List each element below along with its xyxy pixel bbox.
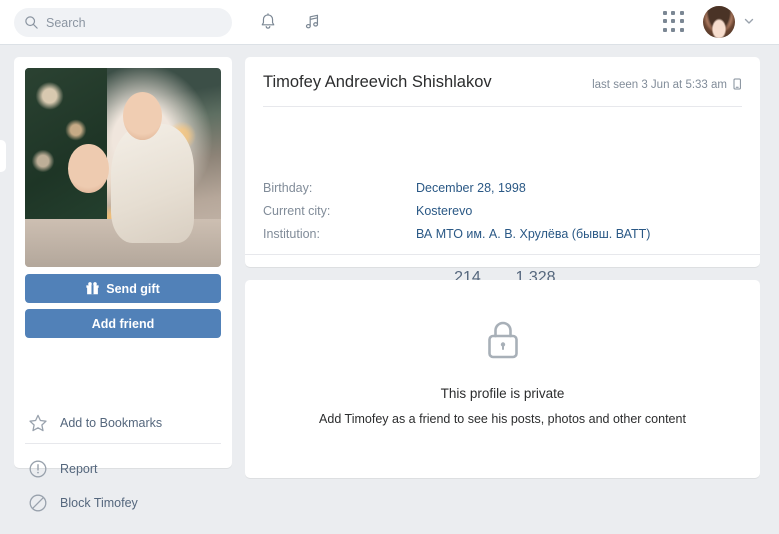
music-button[interactable] [298,8,326,36]
report-label: Report [60,462,98,476]
current-city-value[interactable]: Kosterevo [416,204,472,218]
send-gift-button[interactable]: Send gift [25,274,221,303]
block-label: Block Timofey [60,496,138,510]
send-gift-label: Send gift [106,281,160,296]
bookmarks-label: Add to Bookmarks [60,416,163,430]
music-note-icon [305,14,319,29]
profile-photo[interactable] [25,68,221,267]
add-to-bookmarks-link[interactable]: Add to Bookmarks [28,410,218,436]
block-circle-icon [29,494,47,512]
search-input[interactable] [46,15,211,30]
add-friend-button[interactable]: Add friend [25,309,221,338]
last-seen-text: last seen 3 Jun at 5:33 am [592,79,727,91]
photo-person-sweater [111,123,194,244]
grid-apps-icon [663,11,667,15]
profile-info-card: Timofey Andreevich Shishlakov last seen … [245,57,760,303]
profile-sidebar: Send gift Add friend Add to Bookmarks Re… [14,57,232,512]
page-edge-sliver [0,140,6,172]
block-user-link[interactable]: Block Timofey [28,490,218,516]
stats-divider [245,254,760,255]
private-title: This profile is private [440,386,565,401]
notifications-button[interactable] [254,8,282,36]
sidebar-divider [25,443,221,444]
private-profile-card: This profile is private Add Timofey as a… [245,280,760,478]
apps-grid-button[interactable] [663,11,685,33]
institution-label: Institution: [263,227,320,241]
birthday-value[interactable]: December 28, 1998 [416,181,526,195]
current-city-label: Current city: [263,204,331,218]
star-icon [29,414,47,432]
avatar-image [703,6,735,38]
gift-icon [86,282,99,295]
mobile-device-icon [733,78,741,90]
user-avatar[interactable] [703,6,735,38]
birthday-label: Birthday: [263,181,313,195]
lock-icon [487,321,518,359]
add-friend-label: Add friend [91,316,155,331]
search-icon [25,16,38,29]
bell-icon [261,13,275,29]
report-link[interactable]: Report [28,456,218,482]
header-divider [263,106,742,107]
search-box[interactable] [14,8,232,37]
chevron-down-icon [744,18,754,24]
photo-face-woman [123,91,163,140]
page-title: Timofey Andreevich Shishlakov [263,73,492,91]
account-menu-button[interactable] [742,14,756,28]
exclamation-circle-icon [29,460,47,478]
top-navigation-bar [0,0,779,45]
institution-value[interactable]: ВА МТО им. А. В. Хрулёва (бывш. ВАТТ) [416,227,650,241]
private-subtitle: Add Timofey as a friend to see his posts… [319,412,686,426]
